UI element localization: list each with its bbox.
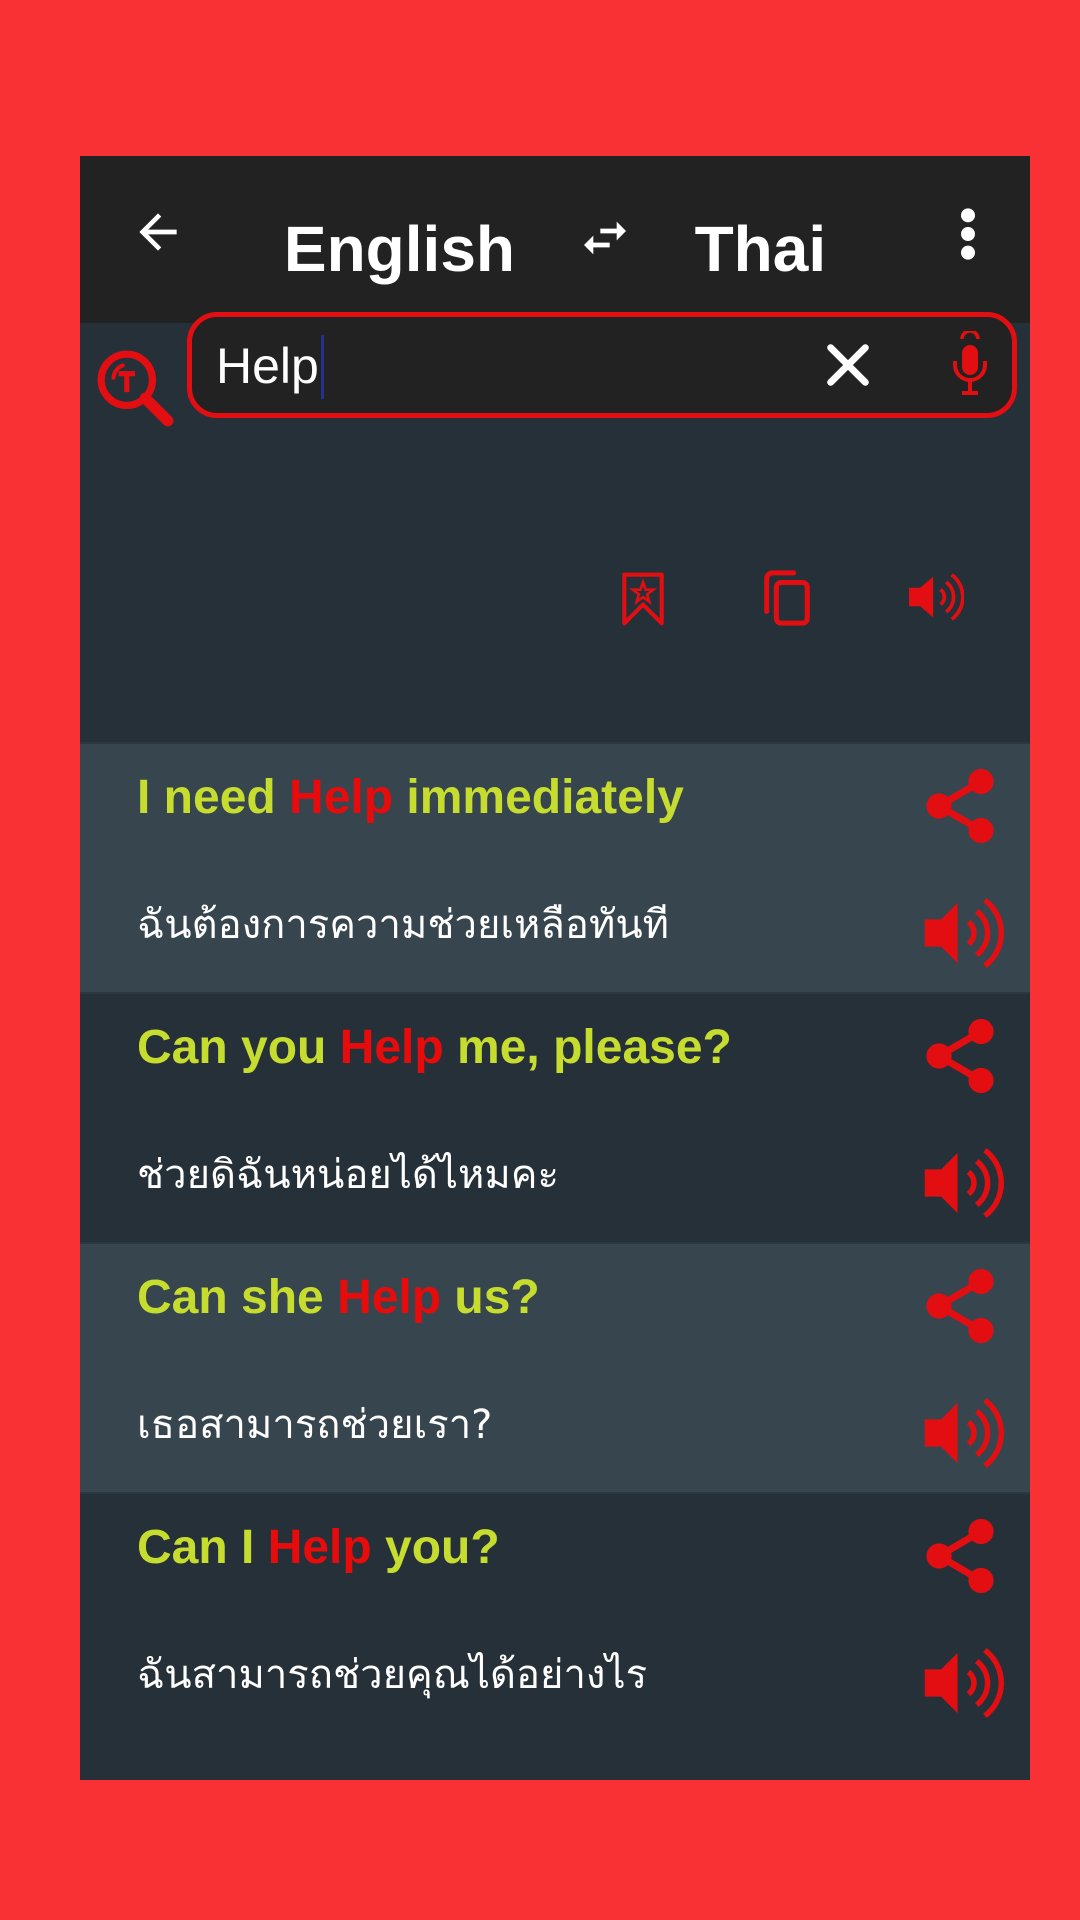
speaker-icon[interactable] — [906, 571, 964, 623]
highlighted-term: Help — [337, 1271, 442, 1324]
thai-phrase: ฉันสามารถช่วยคุณได้อย่างไร — [137, 1652, 648, 1698]
text-cursor — [320, 335, 324, 399]
highlighted-term: Help — [289, 771, 394, 824]
target-language-button[interactable]: Thai — [695, 209, 827, 289]
speaker-icon[interactable] — [922, 1392, 1004, 1474]
share-icon[interactable] — [918, 1014, 1002, 1098]
close-icon[interactable] — [822, 339, 874, 391]
language-pair: English Thai — [80, 204, 1030, 289]
share-icon[interactable] — [918, 1514, 1002, 1598]
copy-icon[interactable] — [760, 569, 812, 627]
bookmark-star-icon[interactable] — [620, 571, 666, 627]
app-bar: English Thai — [80, 156, 1030, 323]
search-input[interactable] — [216, 331, 776, 401]
speaker-icon[interactable] — [922, 1642, 1004, 1724]
phrase-item: I need Help immediately ฉันต้องการความช่… — [80, 742, 1030, 992]
app-screen: English Thai Help I need Help immediatel… — [80, 156, 1030, 1780]
speaker-icon[interactable] — [922, 1142, 1004, 1224]
phrase-item: Can she Help us? เธอสามารถช่วยเรา? — [80, 1242, 1030, 1492]
phrase-item: Can you Help me, please? ช่วยดิฉันหน่อยไ… — [80, 992, 1030, 1242]
english-phrase: Can I Help you? — [137, 1521, 500, 1574]
more-vertical-icon[interactable] — [956, 206, 980, 262]
highlighted-term: Help — [339, 1021, 444, 1074]
phrase-item: Can I Help you? ฉันสามารถช่วยคุณได้อย่าง… — [80, 1492, 1030, 1780]
speaker-icon[interactable] — [922, 892, 1004, 974]
thai-phrase: ฉันต้องการความช่วยเหลือทันที — [137, 902, 670, 948]
text-search-icon[interactable] — [94, 347, 176, 429]
microphone-icon[interactable] — [950, 331, 990, 399]
english-phrase: I need Help immediately — [137, 771, 684, 824]
thai-phrase: ช่วยดิฉันหน่อยได้ไหมคะ — [137, 1152, 559, 1198]
source-language-button[interactable]: English — [284, 209, 515, 289]
thai-phrase: เธอสามารถช่วยเรา? — [137, 1402, 493, 1448]
english-phrase: Can she Help us? — [137, 1271, 540, 1324]
highlighted-term: Help — [267, 1521, 372, 1574]
share-icon[interactable] — [918, 1264, 1002, 1348]
english-phrase: Can you Help me, please? — [137, 1021, 732, 1074]
search-box — [187, 312, 1017, 418]
swap-arrows-icon[interactable] — [577, 210, 633, 266]
share-icon[interactable] — [918, 764, 1002, 848]
